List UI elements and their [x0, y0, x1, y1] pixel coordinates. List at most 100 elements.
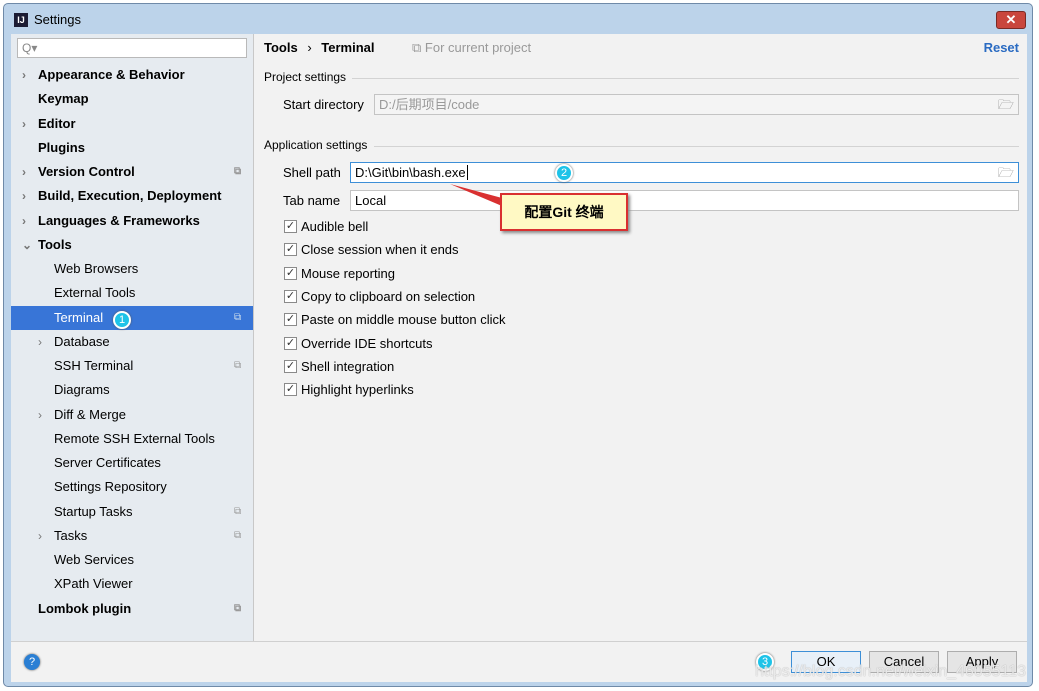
expand-arrow-icon[interactable]: ›	[38, 524, 42, 548]
sidebar-item[interactable]: Settings Repository	[11, 475, 253, 499]
sidebar-item[interactable]: Web Browsers	[11, 257, 253, 281]
checkbox-option[interactable]: ✓ Mouse reporting	[284, 266, 395, 281]
divider	[352, 78, 1019, 79]
project-scope-icon: ⧉	[234, 166, 242, 177]
sidebar-item[interactable]: › Appearance & Behavior	[11, 63, 253, 87]
intellij-logo-icon: IJ	[14, 12, 28, 27]
expand-arrow-icon[interactable]: ›	[22, 160, 26, 184]
checkbox-option[interactable]: ✓ Override IDE shortcuts	[284, 336, 433, 351]
sidebar-item[interactable]: External Tools	[11, 281, 253, 305]
sidebar-item-label: Web Browsers	[54, 261, 139, 276]
annotation-badge-1: 1	[113, 311, 131, 329]
checkbox-option[interactable]: ✓ Shell integration	[284, 359, 394, 374]
sidebar-item[interactable]: Remote SSH External Tools	[11, 427, 253, 451]
sidebar-item[interactable]: Terminal ⧉	[11, 305, 253, 330]
checkbox[interactable]: ✓	[284, 243, 297, 257]
sidebar-item[interactable]: Server Certificates	[11, 451, 253, 475]
expand-arrow-icon[interactable]: ›	[22, 112, 26, 136]
sidebar-item-label: External Tools	[54, 285, 136, 301]
sidebar-item-label: Web Services	[54, 552, 134, 567]
sidebar-item-label: Languages & Frameworks	[38, 212, 200, 228]
sidebar-item[interactable]: Keymap	[11, 87, 253, 111]
breadcrumb: Tools › Terminal	[264, 40, 375, 55]
sidebar-item[interactable]: Diagrams	[11, 378, 253, 402]
checkbox[interactable]: ✓	[284, 336, 297, 350]
sidebar-item-label: Tasks	[54, 527, 88, 543]
help-icon[interactable]: ?	[24, 654, 40, 670]
annotation-callout: 配置Git 终端	[500, 193, 628, 231]
sidebar-item[interactable]: › Version Control ⧉	[11, 160, 253, 184]
sidebar: Q▾ › Appearance & Behavior Keymap › Editor Pl…	[11, 34, 254, 641]
project-settings-heading: Project settings	[264, 70, 347, 84]
window-title: Settings	[34, 12, 81, 27]
sidebar-item[interactable]: › Build, Execution, Deployment	[11, 184, 253, 208]
sidebar-item-label: Settings Repository	[54, 479, 167, 495]
checkbox[interactable]: ✓	[284, 220, 297, 233]
sidebar-item[interactable]: Startup Tasks ⧉	[11, 500, 253, 524]
expand-arrow-icon[interactable]: ›	[38, 330, 42, 354]
sidebar-item[interactable]: Web Services	[11, 548, 253, 572]
title-bar: IJ Settings	[14, 12, 81, 27]
start-directory-value: D:/后期项目/code	[379, 97, 480, 112]
sidebar-item[interactable]: › Diff & Merge	[11, 403, 253, 427]
sidebar-item[interactable]: XPath Viewer	[11, 572, 253, 596]
application-settings-heading: Application settings	[264, 138, 368, 152]
sidebar-item-label: Server Certificates	[54, 455, 161, 470]
sidebar-item-label: Plugins	[38, 139, 85, 155]
expand-arrow-icon[interactable]: ⌄	[22, 233, 32, 257]
sidebar-item[interactable]: › Editor	[11, 112, 253, 136]
checkbox[interactable]: ✓	[284, 289, 297, 303]
sidebar-item-label: Lombok plugin	[38, 600, 132, 616]
checkbox-label: Override IDE shortcuts	[301, 335, 433, 351]
sidebar-item-label: Keymap	[38, 91, 89, 107]
checkbox[interactable]: ✓	[284, 359, 297, 373]
sidebar-item-label: Diagrams	[54, 382, 110, 398]
checkbox-option[interactable]: ✓ Close session when it ends	[284, 242, 459, 257]
project-scope-icon: ⧉	[234, 505, 242, 517]
search-input[interactable]: Q▾	[17, 38, 247, 58]
checkbox-label: Paste on middle mouse button click	[301, 312, 506, 328]
folder-icon[interactable]: 🗁	[998, 163, 1014, 182]
expand-arrow-icon[interactable]: ›	[38, 403, 42, 427]
checkbox[interactable]: ✓	[284, 383, 297, 397]
checkbox-option[interactable]: ✓ Audible bell	[284, 219, 368, 234]
folder-icon[interactable]: 🗁	[998, 95, 1014, 114]
sidebar-item[interactable]: › Database	[11, 330, 253, 354]
sidebar-item[interactable]: SSH Terminal ⧉	[11, 354, 253, 378]
sidebar-item-label: Database	[54, 333, 110, 349]
checkbox[interactable]: ✓	[284, 313, 297, 327]
sidebar-item-label: Tools	[38, 236, 72, 252]
checkbox-label: Close session when it ends	[301, 242, 459, 258]
sidebar-item[interactable]: ⌄ Tools	[11, 233, 253, 257]
close-button[interactable]: ✕	[996, 11, 1026, 29]
breadcrumb-tools[interactable]: Tools	[264, 40, 298, 55]
sidebar-item[interactable]: Plugins	[11, 136, 253, 160]
checkbox-option[interactable]: ✓ Copy to clipboard on selection	[284, 289, 475, 304]
expand-arrow-icon[interactable]: ›	[22, 63, 26, 87]
sidebar-item-label: Appearance & Behavior	[38, 67, 185, 82]
breadcrumb-separator: ›	[307, 40, 312, 55]
checkbox[interactable]: ✓	[284, 266, 297, 280]
sidebar-item-label: Terminal	[54, 309, 104, 325]
checkbox-option[interactable]: ✓ Paste on middle mouse button click	[284, 312, 506, 327]
start-directory-field[interactable]: D:/后期项目/code 🗁	[374, 94, 1019, 115]
terminal-settings-panel: Tools › Terminal ⧉ For current project R…	[254, 34, 1027, 641]
scope-label: ⧉ For current project	[412, 40, 532, 55]
checkbox-label: Mouse reporting	[301, 265, 395, 281]
reset-link[interactable]: Reset	[984, 40, 1019, 55]
project-scope-icon: ⧉	[234, 360, 242, 371]
expand-arrow-icon[interactable]: ›	[22, 209, 26, 233]
checkbox-label: Highlight hyperlinks	[301, 382, 414, 398]
shell-path-value: D:\Git\bin\bash.exe	[355, 165, 466, 180]
annotation-badge-2: 2	[555, 164, 573, 182]
sidebar-item[interactable]: › Languages & Frameworks	[11, 209, 253, 233]
checkbox-option[interactable]: ✓ Highlight hyperlinks	[284, 382, 414, 397]
sidebar-item[interactable]: Lombok plugin ⧉	[11, 597, 253, 621]
sidebar-item[interactable]: › Tasks ⧉	[11, 524, 253, 548]
expand-arrow-icon[interactable]: ›	[22, 184, 26, 208]
checkbox-label: Audible bell	[301, 219, 369, 234]
divider	[374, 146, 1019, 147]
checkbox-label: Shell integration	[301, 358, 395, 374]
project-scope-icon: ⧉	[234, 529, 242, 541]
sidebar-item-label: Startup Tasks	[54, 503, 133, 519]
